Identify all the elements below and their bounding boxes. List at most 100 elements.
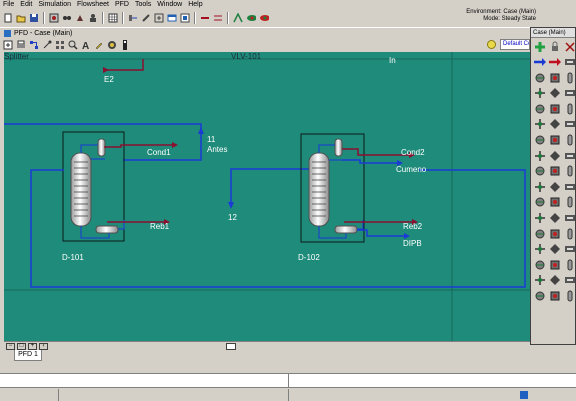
zoom-icon[interactable] — [67, 39, 79, 51]
heat-exchanger-icon[interactable] — [533, 149, 546, 162]
menu-simulation[interactable]: Simulation — [35, 0, 74, 10]
menu-edit[interactable]: Edit — [17, 0, 35, 10]
tab-pfd-1[interactable]: PFD 1 — [14, 350, 42, 361]
reb2-label[interactable]: Reb2 — [403, 222, 422, 231]
cooler-icon[interactable] — [548, 87, 561, 100]
d101-label[interactable]: D-101 — [62, 253, 84, 262]
flowsheet-icon[interactable] — [28, 39, 40, 51]
stream-12-line[interactable] — [230, 168, 321, 202]
utilities-icon[interactable] — [140, 12, 152, 24]
canvas-scrollbar[interactable]: − □ + ‹ — [4, 341, 530, 350]
databook-icon[interactable] — [179, 12, 191, 24]
cstr-icon[interactable] — [548, 118, 561, 131]
menu-tools[interactable]: Tools — [132, 0, 154, 10]
text-tool-icon[interactable]: A — [80, 39, 92, 51]
cooler-diamond-icon[interactable] — [563, 243, 576, 256]
pid-icon[interactable] — [533, 274, 546, 287]
menu-window[interactable]: Window — [154, 0, 185, 10]
color-legend-bulb-icon[interactable] — [487, 40, 496, 49]
splitter-label[interactable]: Splitter — [4, 52, 29, 61]
mixer-icon[interactable] — [533, 134, 546, 147]
window-icon[interactable] — [166, 12, 178, 24]
refluxed-absorber-icon[interactable] — [563, 165, 576, 178]
cascade-icon[interactable] — [548, 290, 561, 303]
subflowsheet-icon[interactable] — [533, 258, 546, 271]
stream-12-label[interactable]: 12 — [228, 213, 237, 222]
solver-hold-icon[interactable] — [258, 12, 270, 24]
attach-mode-icon[interactable] — [41, 39, 53, 51]
cumeno-label[interactable]: Cumeno — [396, 165, 426, 174]
stream-11-label[interactable]: 11 — [207, 135, 215, 144]
lng-exchanger-icon[interactable] — [548, 149, 561, 162]
save-case-icon[interactable] — [28, 12, 40, 24]
valve-icon[interactable] — [563, 87, 576, 100]
tee-icon[interactable] — [548, 134, 561, 147]
none-icon[interactable] — [563, 56, 576, 69]
three-phase-icon[interactable] — [533, 180, 546, 193]
selector-icon[interactable] — [548, 227, 561, 240]
reb1-label[interactable]: Reb1 — [150, 222, 169, 231]
stream-11-line[interactable] — [4, 123, 202, 130]
cond2-energy-stream[interactable] — [342, 148, 409, 156]
diamond-icon[interactable] — [548, 243, 561, 256]
solver-go-light-icon[interactable] — [245, 12, 257, 24]
auto-position-icon[interactable] — [54, 39, 66, 51]
color-scheme-select[interactable]: Default Colo — [500, 39, 530, 50]
d101-reboiler[interactable] — [95, 225, 119, 234]
add-stream-icon[interactable] — [533, 40, 546, 53]
column-icon[interactable] — [563, 102, 576, 115]
menu-help[interactable]: Help — [185, 0, 205, 10]
ratio-icon[interactable] — [548, 274, 561, 287]
cond1-label[interactable]: Cond1 — [147, 148, 171, 157]
dipb-label[interactable]: DIPB — [403, 239, 422, 248]
zoom-out-button[interactable]: − — [6, 343, 15, 350]
cond2-label[interactable]: Cond2 — [401, 148, 425, 157]
material-stream-icon[interactable] — [533, 56, 546, 69]
pfd-canvas[interactable]: Splitter VLV-101 In E2 11 Antes Cond1 Re… — [4, 52, 530, 341]
expander-icon[interactable] — [563, 71, 576, 84]
cumeno-product-stream[interactable] — [342, 159, 397, 164]
set-icon[interactable] — [563, 196, 576, 209]
pfd-icon[interactable] — [127, 12, 139, 24]
d101-condenser-drum[interactable] — [97, 138, 106, 157]
reactor-icon[interactable] — [533, 118, 546, 131]
pfr-icon[interactable] — [563, 118, 576, 131]
air-cooler-icon[interactable] — [563, 149, 576, 162]
d102-reboiler[interactable] — [334, 225, 358, 234]
digital-icon[interactable] — [533, 290, 546, 303]
menu-pfd[interactable]: PFD — [112, 0, 132, 10]
menu-flowsheet[interactable]: Flowsheet — [74, 0, 112, 10]
scroll-left-button[interactable]: ‹ — [39, 343, 48, 350]
page-layout-icon[interactable] — [119, 39, 131, 51]
print-icon[interactable] — [15, 39, 27, 51]
solver-active-icon[interactable] — [232, 12, 244, 24]
new-case-icon[interactable] — [2, 12, 14, 24]
spreadsheet-icon[interactable] — [533, 212, 546, 225]
workbook-icon[interactable] — [107, 12, 119, 24]
splitter-icon[interactable] — [563, 134, 576, 147]
d102-condenser-drum[interactable] — [334, 138, 343, 157]
material-stream-icon[interactable] — [212, 12, 224, 24]
adjust-icon[interactable] — [548, 196, 561, 209]
energy-stream-icon[interactable] — [199, 12, 211, 24]
logic-icon[interactable] — [563, 212, 576, 225]
dynamic-icon[interactable] — [533, 243, 546, 256]
d102-column[interactable] — [308, 152, 330, 227]
recycle-icon[interactable] — [533, 196, 546, 209]
zoom-in-button[interactable]: + — [28, 343, 37, 350]
heater-icon[interactable] — [533, 87, 546, 100]
components-icon[interactable] — [48, 12, 60, 24]
object-navigator-icon[interactable] — [153, 12, 165, 24]
cross-icon[interactable] — [563, 290, 576, 303]
in-label[interactable]: In — [389, 56, 396, 65]
distillation-icon[interactable] — [548, 165, 561, 178]
reactions-icon[interactable] — [74, 12, 86, 24]
surge-icon[interactable] — [563, 274, 576, 287]
d102-label[interactable]: D-102 — [298, 253, 320, 262]
energy-stream-icon[interactable] — [548, 56, 561, 69]
close-icon[interactable] — [563, 40, 576, 53]
antes-label[interactable]: Antes — [207, 145, 227, 154]
absorber-icon[interactable] — [533, 165, 546, 178]
e2-energy-stream[interactable] — [105, 59, 144, 71]
d101-column[interactable] — [70, 152, 92, 227]
